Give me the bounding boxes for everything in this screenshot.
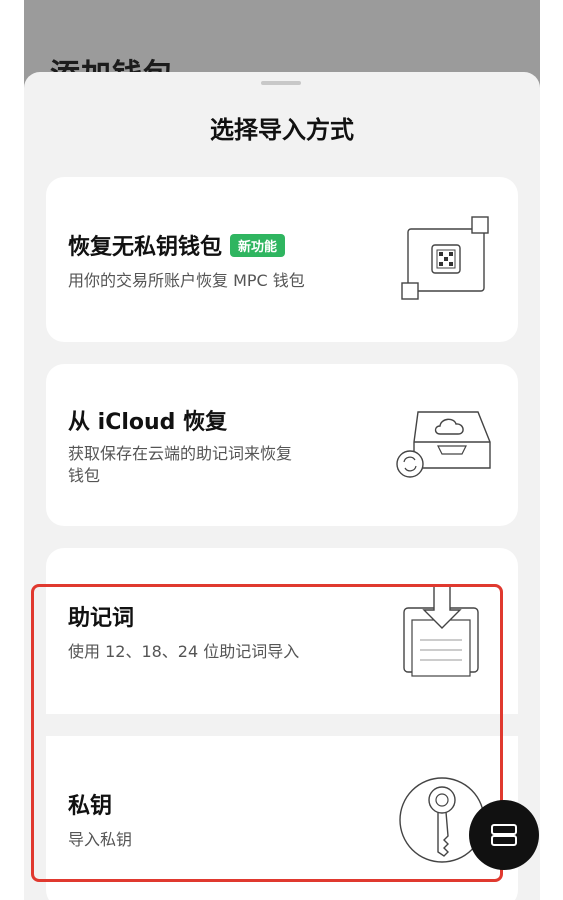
menu-icon [491, 824, 517, 846]
option-mnemonic[interactable]: 助记词 使用 12、18、24 位助记词导入 [46, 548, 518, 714]
mnemonic-import-icon [403, 585, 479, 677]
option-private-key[interactable]: 私钥 导入私钥 [46, 736, 518, 900]
option-description: 获取保存在云端的助记词来恢复 钱包 [68, 443, 358, 487]
sheet-drag-handle[interactable] [261, 81, 301, 85]
option-recover-keyless-wallet[interactable]: 恢复无私钥钱包 新功能 用你的交易所账户恢复 MPC 钱包 [46, 177, 518, 342]
option-title: 助记词 [68, 606, 135, 631]
mpc-chip-icon [401, 216, 489, 300]
option-divider [46, 714, 518, 736]
option-title: 从 iCloud 恢复 [68, 410, 228, 435]
floating-menu-button[interactable] [469, 800, 539, 870]
import-method-sheet: 选择导入方式 恢复无私钥钱包 新功能 用你的交易所账户恢复 MPC 钱包 从 iC… [24, 72, 540, 900]
sheet-title: 选择导入方式 [210, 116, 354, 144]
option-description-line: 钱包 [68, 466, 101, 485]
option-title: 恢复无私钥钱包 新功能 [68, 229, 286, 261]
option-description: 用你的交易所账户恢复 MPC 钱包 [68, 271, 305, 290]
option-description: 导入私钥 [68, 830, 133, 849]
option-description: 使用 12、18、24 位助记词导入 [68, 642, 300, 661]
option-description-line: 获取保存在云端的助记词来恢复 [68, 444, 293, 463]
phone-screen: 添加钱包 选择导入方式 恢复无私钥钱包新功能 用你的交易所账户恢复 MPC 钱包 [24, 0, 540, 900]
option-restore-from-icloud[interactable]: 从 iCloud 恢复 获取保存在云端的助记词来恢复 钱包 [46, 364, 518, 526]
option-title: 私钥 [68, 794, 113, 819]
new-feature-badge: 新功能 [230, 234, 286, 257]
option-title-text: 恢复无私钥钱包 [68, 235, 223, 260]
option-group-mnemonic-private-key: 助记词 使用 12、18、24 位助记词导入 私钥 导入私钥 [46, 548, 518, 900]
icloud-drive-icon [396, 411, 491, 478]
